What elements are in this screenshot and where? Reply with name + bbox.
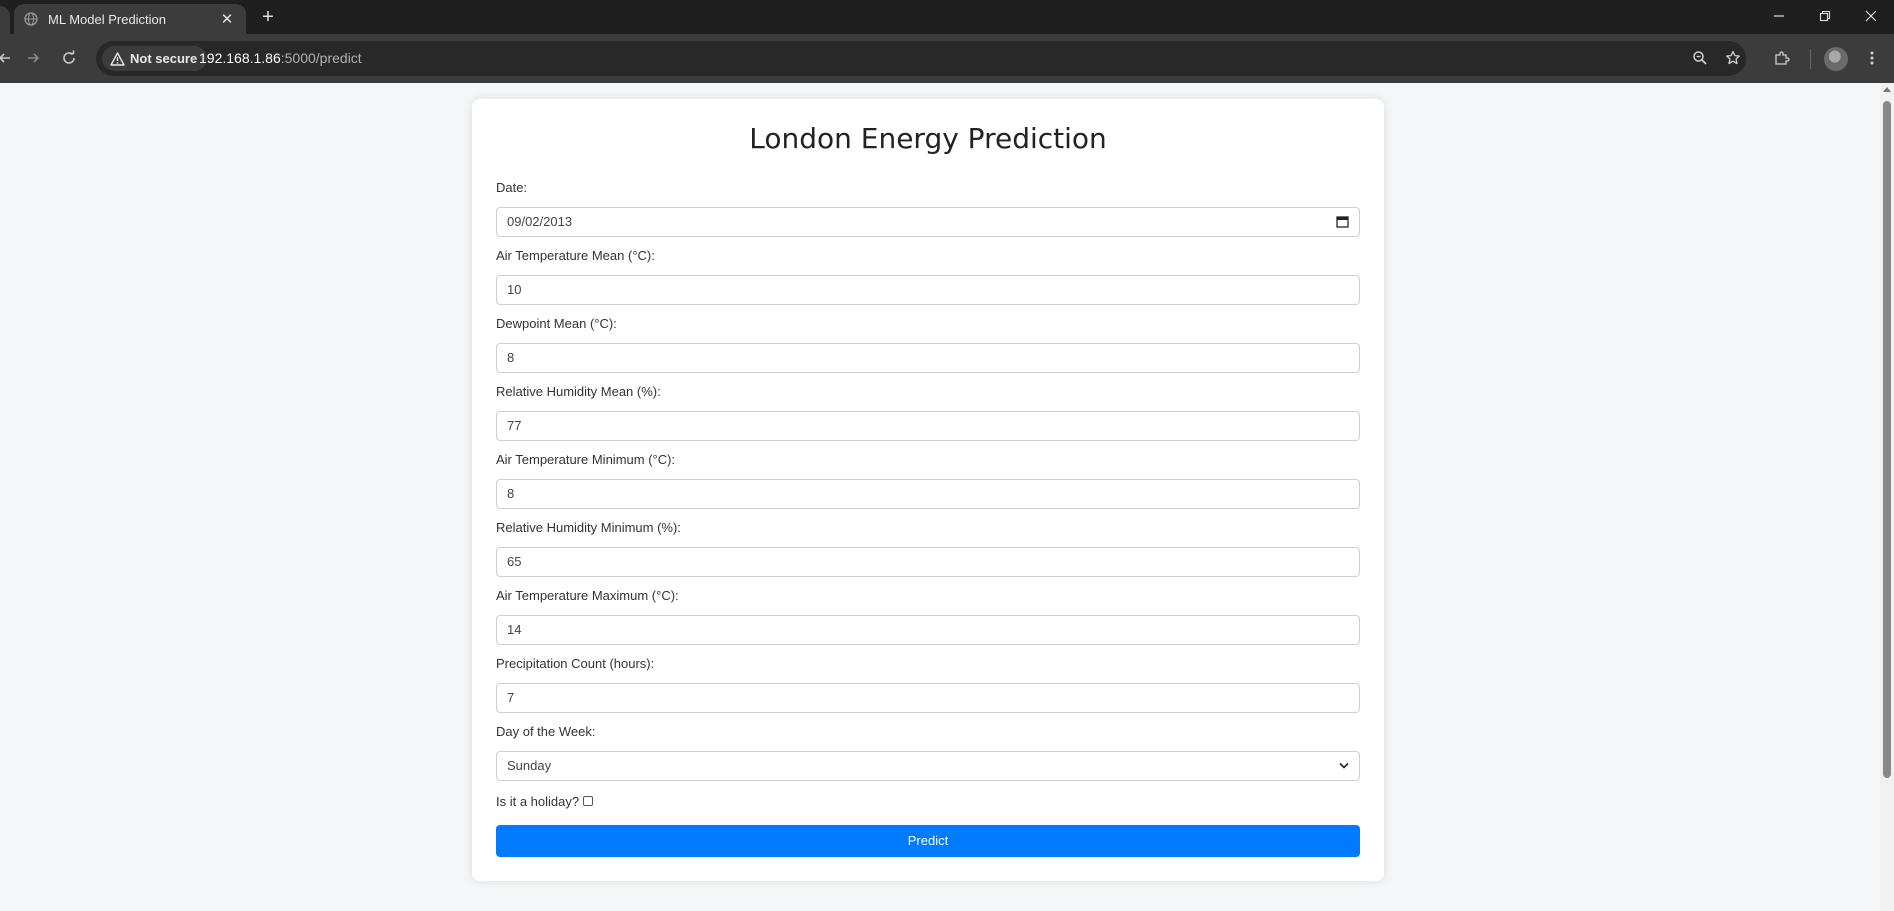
air-temp-min-input[interactable]: 8	[496, 479, 1360, 509]
browser-tab-strip: ML Model Prediction ✕ +	[0, 0, 1894, 34]
scrollbar-thumb[interactable]	[1883, 101, 1891, 778]
back-button[interactable]	[0, 47, 16, 69]
extensions-button[interactable]	[1771, 47, 1793, 69]
browser-tab-active[interactable]: ML Model Prediction ✕	[14, 4, 246, 34]
tab-close-icon[interactable]: ✕	[218, 10, 236, 28]
bookmark-button[interactable]	[1722, 47, 1744, 69]
dewpoint-mean-value: 8	[507, 350, 515, 365]
day-of-week-select[interactable]: Sunday	[496, 751, 1360, 781]
reload-icon	[63, 50, 75, 64]
precipitation-value: 7	[507, 690, 515, 705]
air-temp-min-label: Air Temperature Minimum (°C):	[496, 452, 676, 467]
minimize-icon	[1774, 15, 1784, 17]
air-temp-mean-value: 10	[507, 282, 522, 297]
air-temp-max-label: Air Temperature Maximum (°C):	[496, 588, 679, 603]
dewpoint-mean-input[interactable]: 8	[496, 343, 1360, 373]
rel-humidity-mean-value: 77	[507, 418, 522, 433]
rel-humidity-min-input[interactable]: 65	[496, 547, 1360, 577]
date-input[interactable]: 09/02/2013	[496, 207, 1360, 237]
forward-button[interactable]	[22, 47, 44, 69]
kebab-menu-icon	[1870, 51, 1874, 65]
zoom-icon	[1693, 51, 1707, 65]
reload-button[interactable]	[58, 47, 80, 69]
globe-icon	[24, 12, 38, 26]
air-temp-min-value: 8	[507, 486, 515, 501]
browser-menu-button[interactable]	[1861, 47, 1883, 69]
browser-toolbar: Not secure 192.168.1.86:5000/predict	[0, 34, 1894, 83]
tab-title: ML Model Prediction	[48, 11, 167, 27]
restore-window-button[interactable]	[1802, 0, 1848, 32]
back-arrow-icon	[0, 53, 10, 63]
predict-button[interactable]: Predict	[496, 825, 1360, 857]
rel-humidity-min-value: 65	[507, 554, 522, 569]
profile-avatar[interactable]	[1824, 47, 1848, 71]
calendar-icon[interactable]	[1336, 215, 1349, 228]
air-temp-mean-input[interactable]: 10	[496, 275, 1360, 305]
zoom-button[interactable]	[1689, 47, 1711, 69]
holiday-checkbox[interactable]	[583, 796, 594, 806]
date-value: 09/02/2013	[507, 214, 573, 229]
page-title: London Energy Prediction	[749, 122, 1107, 155]
security-indicator[interactable]: Not secure	[102, 46, 208, 71]
precipitation-label: Precipitation Count (hours):	[496, 656, 655, 671]
rel-humidity-mean-input[interactable]: 77	[496, 411, 1360, 441]
minimize-window-button[interactable]	[1756, 0, 1802, 32]
security-label: Not secure	[130, 51, 198, 66]
address-bar[interactable]: Not secure 192.168.1.86:5000/predict	[96, 41, 1746, 76]
precipitation-input[interactable]: 7	[496, 683, 1360, 713]
url-host: 192.168.1.86	[199, 50, 281, 66]
star-icon	[1726, 50, 1740, 65]
url-path: :5000/predict	[280, 50, 362, 66]
close-icon	[1865, 10, 1877, 22]
air-temp-max-value: 14	[507, 622, 522, 637]
forward-arrow-icon	[28, 53, 40, 63]
rel-humidity-min-label: Relative Humidity Minimum (%):	[496, 520, 681, 535]
day-of-week-label: Day of the Week:	[496, 724, 596, 739]
chevron-down-icon	[1339, 762, 1349, 769]
url-text[interactable]: 192.168.1.86:5000/predict	[199, 50, 362, 66]
date-label: Date:	[496, 180, 528, 195]
prediction-form-card: London Energy Prediction Date: 09/02/201…	[472, 99, 1384, 881]
dewpoint-mean-label: Dewpoint Mean (°C):	[496, 316, 617, 331]
previous-tab-edge[interactable]	[0, 6, 10, 34]
air-temp-max-input[interactable]: 14	[496, 615, 1360, 645]
puzzle-piece-icon	[1775, 51, 1790, 65]
day-of-week-value: Sunday	[507, 758, 552, 773]
restore-icon	[1819, 10, 1831, 22]
rel-humidity-mean-label: Relative Humidity Mean (%):	[496, 384, 661, 399]
scroll-up-arrow-icon[interactable]	[1883, 87, 1891, 92]
holiday-row: Is it a holiday?	[496, 793, 1360, 809]
new-tab-button[interactable]: +	[256, 6, 280, 30]
close-window-button[interactable]	[1848, 0, 1894, 32]
warning-icon	[110, 51, 125, 66]
holiday-label: Is it a holiday?	[496, 793, 580, 809]
air-temp-mean-label: Air Temperature Mean (°C):	[496, 248, 655, 263]
toolbar-divider	[1810, 49, 1811, 69]
vertical-scrollbar[interactable]	[1880, 83, 1894, 911]
